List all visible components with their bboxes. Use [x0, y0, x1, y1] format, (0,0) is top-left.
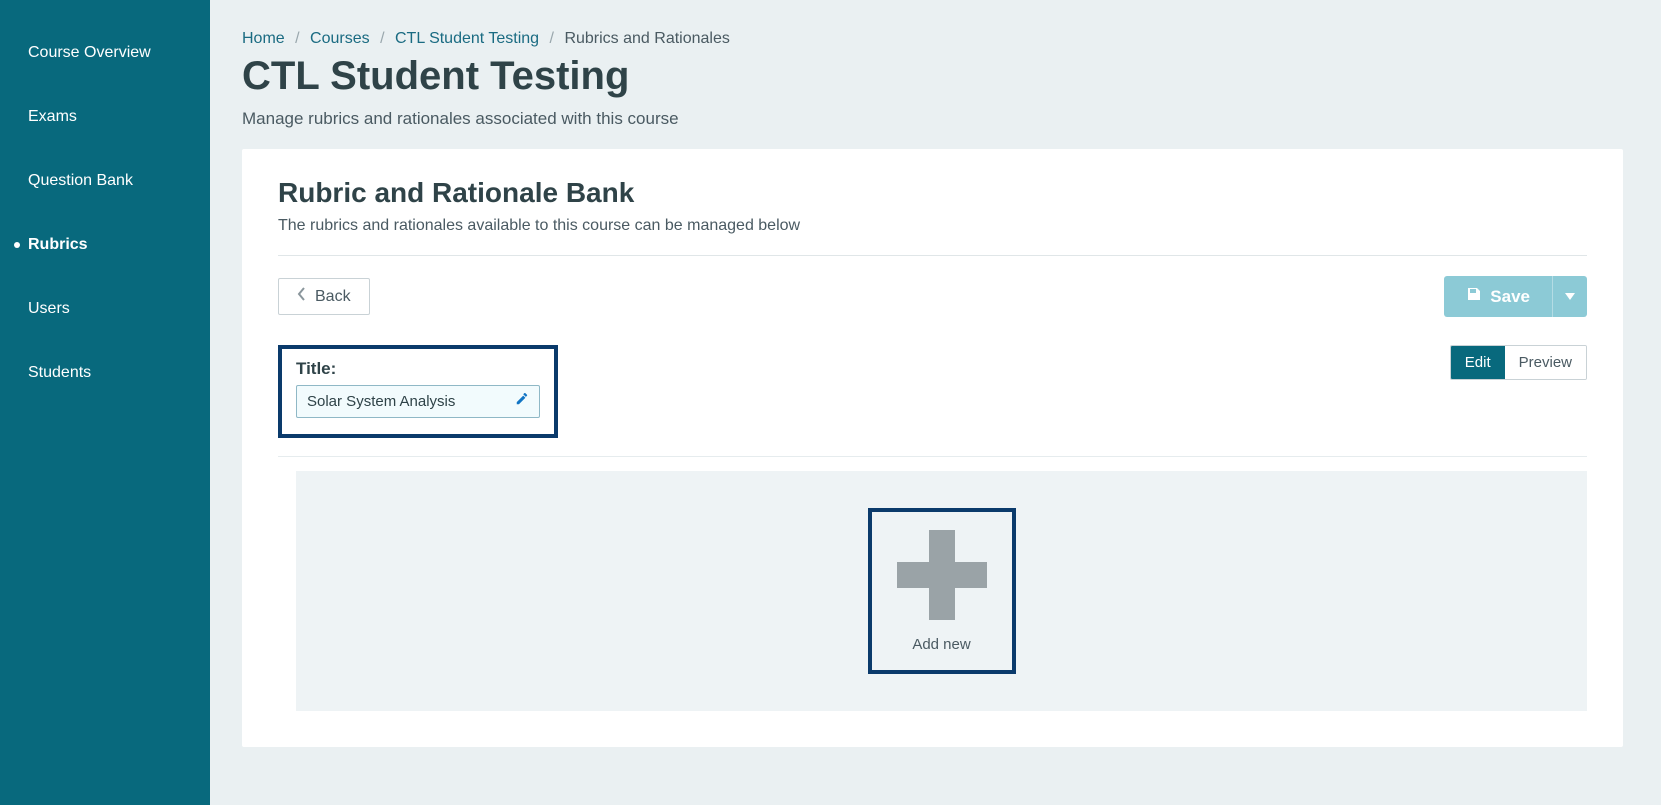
page-subtitle: Manage rubrics and rationales associated…	[242, 109, 1623, 129]
sidebar-item-course-overview[interactable]: Course Overview	[0, 32, 210, 74]
breadcrumb-course[interactable]: CTL Student Testing	[395, 30, 539, 47]
save-dropdown: Save	[1444, 276, 1587, 317]
title-input-wrap[interactable]	[296, 385, 540, 418]
sidebar-item-question-bank[interactable]: Question Bank	[0, 160, 210, 202]
divider	[278, 255, 1587, 256]
breadcrumb-home[interactable]: Home	[242, 30, 285, 47]
sidebar-item-label: Students	[28, 364, 91, 382]
preview-mode-button[interactable]: Preview	[1505, 346, 1586, 379]
add-new-label: Add new	[912, 636, 970, 653]
sidebar-item-label: Course Overview	[28, 44, 151, 62]
main-content: Home / Courses / CTL Student Testing / R…	[210, 0, 1661, 805]
rubric-card: Rubric and Rationale Bank The rubrics an…	[242, 149, 1623, 747]
sidebar-item-students[interactable]: Students	[0, 352, 210, 394]
mode-toggle: Edit Preview	[1450, 345, 1587, 380]
sidebar-item-rubrics[interactable]: Rubrics	[0, 224, 210, 266]
card-subtitle: The rubrics and rationales available to …	[278, 217, 1587, 235]
save-button-label: Save	[1490, 287, 1530, 307]
chevron-left-icon	[297, 287, 307, 306]
page-title: CTL Student Testing	[242, 54, 1623, 99]
save-caret-button[interactable]	[1552, 276, 1587, 317]
sidebar: Course Overview Exams Question Bank Rubr…	[0, 0, 210, 805]
edit-mode-button[interactable]: Edit	[1451, 346, 1505, 379]
breadcrumb-sep: /	[295, 30, 299, 47]
title-input[interactable]	[307, 393, 515, 410]
breadcrumb-courses[interactable]: Courses	[310, 30, 370, 47]
sidebar-item-label: Rubrics	[28, 236, 88, 254]
caret-down-icon	[1565, 289, 1575, 304]
breadcrumb-sep: /	[380, 30, 384, 47]
breadcrumb-current: Rubrics and Rationales	[564, 30, 729, 47]
sidebar-item-label: Users	[28, 300, 70, 318]
title-block: Title:	[278, 345, 558, 438]
breadcrumb-sep: /	[550, 30, 554, 47]
save-button[interactable]: Save	[1444, 276, 1552, 317]
save-icon	[1466, 286, 1482, 307]
back-button-label: Back	[315, 288, 351, 306]
title-row: Title: Edit Preview	[278, 345, 1587, 438]
toolbar-row: Back Save	[278, 276, 1587, 317]
sidebar-item-label: Question Bank	[28, 172, 133, 190]
plus-icon	[897, 530, 987, 620]
card-title: Rubric and Rationale Bank	[278, 177, 1587, 209]
title-label: Title:	[296, 359, 540, 379]
sidebar-item-label: Exams	[28, 108, 77, 126]
back-button[interactable]: Back	[278, 278, 370, 315]
add-new-button[interactable]: Add new	[868, 508, 1016, 674]
sidebar-item-users[interactable]: Users	[0, 288, 210, 330]
divider	[278, 456, 1587, 457]
rubric-workspace: Add new	[296, 471, 1587, 711]
sidebar-item-exams[interactable]: Exams	[0, 96, 210, 138]
breadcrumb: Home / Courses / CTL Student Testing / R…	[242, 30, 1623, 48]
pencil-icon[interactable]	[515, 392, 529, 411]
